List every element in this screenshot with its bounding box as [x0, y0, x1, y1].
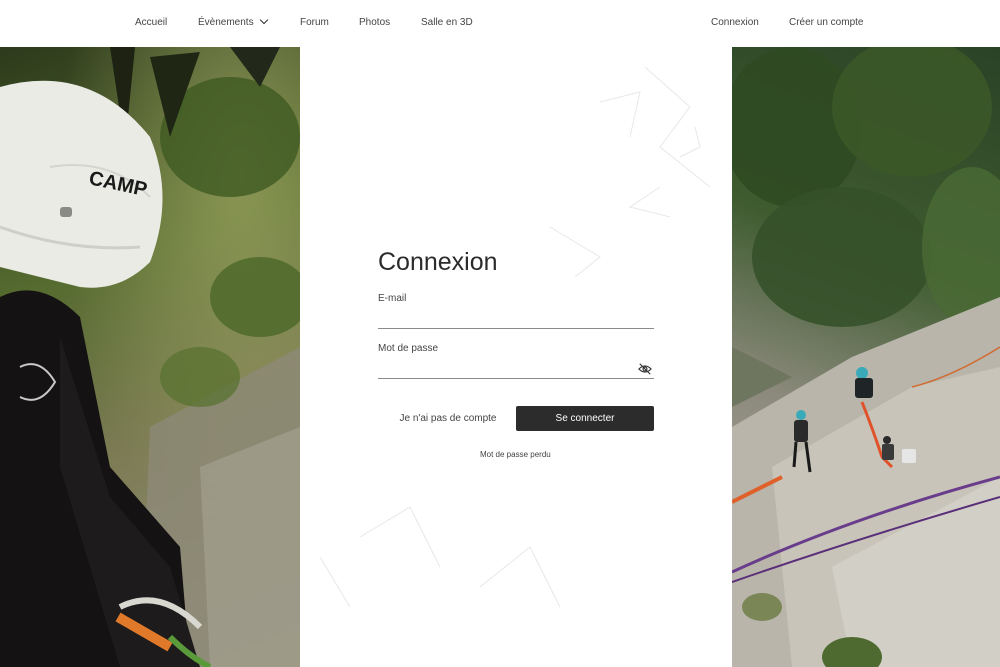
- no-account-button[interactable]: Je n'ai pas de compte: [392, 406, 504, 430]
- background-line-pattern: [319, 66, 711, 608]
- email-input[interactable]: [378, 309, 654, 329]
- nav-home[interactable]: Accueil: [135, 17, 167, 28]
- nav-forum[interactable]: Forum: [300, 17, 329, 28]
- climbing-scene-illustration: [732, 47, 1000, 667]
- nav-signup[interactable]: Créer un compte: [789, 17, 863, 28]
- top-navigation: Accueil Évènements Forum Photos Salle en…: [0, 0, 1000, 47]
- climber-photo-left: CAMP: [0, 47, 300, 667]
- login-submit-button[interactable]: Se connecter: [516, 406, 654, 431]
- login-panel: [300, 47, 732, 667]
- password-label: Mot de passe: [378, 343, 439, 354]
- password-input[interactable]: [378, 359, 654, 379]
- nav-events[interactable]: Évènements: [198, 15, 268, 28]
- page-title: Connexion: [378, 248, 498, 276]
- nav-events-label: Évènements: [198, 17, 254, 28]
- eye-off-icon[interactable]: [638, 362, 652, 376]
- nav-3d-room[interactable]: Salle en 3D: [421, 17, 473, 28]
- email-label: E-mail: [378, 293, 407, 304]
- climber-helmet-illustration: CAMP: [0, 47, 300, 667]
- nav-photos[interactable]: Photos: [359, 17, 390, 28]
- lost-password-link[interactable]: Mot de passe perdu: [480, 450, 551, 459]
- nav-login[interactable]: Connexion: [711, 17, 759, 28]
- climbers-photo-right: [732, 47, 1000, 667]
- chevron-down-icon: [259, 15, 268, 25]
